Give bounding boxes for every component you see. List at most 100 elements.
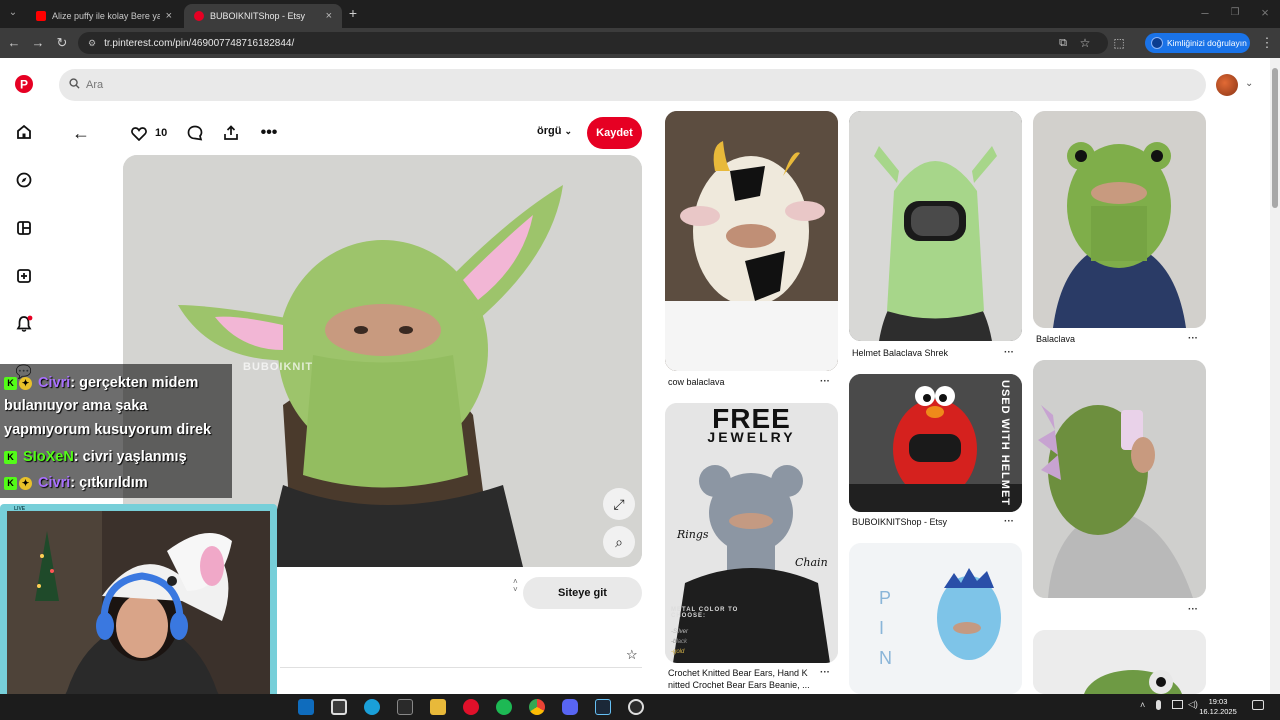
obs-icon[interactable] [628, 699, 644, 715]
bookmark-star-icon[interactable]: ☆ [1076, 34, 1094, 52]
pin-caption[interactable]: Balaclava [1036, 334, 1075, 344]
favorite-star-icon[interactable]: ☆ [626, 647, 638, 663]
identity-label: Kimliğinizi doğrulayın [1167, 38, 1247, 48]
comment-icon[interactable] [185, 123, 205, 143]
chat-message: bulanıuyor ama şaka [4, 398, 148, 414]
webcam-frame [7, 511, 270, 711]
discord-icon[interactable] [562, 699, 578, 715]
visual-search-icon[interactable]: ⌕ [603, 526, 635, 558]
identity-button[interactable]: Kimliğinizi doğrulayın [1145, 33, 1250, 53]
extensions-icon[interactable]: ⬚ [1110, 34, 1128, 52]
close-icon[interactable]: × [326, 10, 332, 22]
spotify-icon[interactable] [496, 699, 512, 715]
tab-etsy[interactable]: BUBOIKNITShop - Etsy × [184, 4, 342, 28]
chrome-icon[interactable] [529, 699, 545, 715]
pin-caption-line2[interactable]: nitted Crochet Bear Ears Beanie, ... [668, 680, 810, 690]
install-app-icon[interactable]: ⧉ [1054, 34, 1072, 52]
explore-compass-icon[interactable] [14, 170, 34, 190]
chat-username: Civri [38, 475, 71, 491]
address-bar: ← → ↻ ⚙ tr.pinterest.com/pin/46900774871… [0, 28, 1280, 58]
edge-icon[interactable] [364, 699, 380, 715]
pin-watermark: BUBOIKNIT [243, 361, 314, 373]
grid-pin-dino-green[interactable] [1033, 360, 1206, 598]
visit-site-button[interactable]: Siteye git [523, 577, 642, 609]
scrollbar-thumb[interactable] [1272, 68, 1278, 208]
create-icon[interactable] [14, 266, 34, 286]
overlay-option-black: -black [671, 639, 688, 645]
microphone-icon[interactable] [1156, 700, 1161, 710]
url-field[interactable]: ⚙ tr.pinterest.com/pin/46900774871618284… [78, 32, 1108, 54]
more-options-icon[interactable]: ··· [1188, 333, 1198, 344]
stream-chat-overlay: K ✦ Civri: gerçekten midem bulanıuyor ama… [0, 364, 232, 498]
url-text: tr.pinterest.com/pin/469007748716182844/ [104, 37, 295, 49]
browser-menu-icon[interactable]: ⋮ [1258, 34, 1276, 52]
kick-badge-icon: K [4, 376, 17, 390]
file-explorer-icon[interactable] [430, 699, 446, 715]
notifications-bell-icon[interactable] [14, 314, 34, 334]
grid-pin-dino-blue[interactable]: PIN [849, 543, 1022, 694]
search-input[interactable]: Ara [59, 69, 1206, 101]
webcam-overlay: LIVE [0, 504, 277, 718]
share-icon[interactable] [221, 123, 241, 143]
chat-line: yapmıyorum kusuyorum direk [4, 419, 211, 442]
volume-icon[interactable]: ◁) [1188, 699, 1198, 710]
like-heart-icon[interactable] [129, 123, 149, 143]
tab-youtube[interactable]: Alize puffy ile kolay Bere yapımı × [26, 4, 182, 28]
grid-pin-frog-partial[interactable] [1033, 630, 1206, 694]
account-chevron-icon[interactable]: ⌄ [1245, 78, 1253, 89]
more-options-icon[interactable]: ··· [1004, 347, 1014, 358]
outlook-icon[interactable] [298, 699, 314, 715]
save-button[interactable]: Kaydet [587, 117, 642, 149]
overlay-rings: Rings [677, 528, 709, 541]
maximize-icon[interactable]: ❐ [1226, 4, 1244, 22]
grid-pin-helmet-shrek[interactable] [849, 111, 1022, 341]
user-avatar[interactable] [1216, 74, 1238, 96]
reload-icon[interactable]: ↻ [53, 34, 71, 52]
chat-message: : civri yaşlanmış [73, 449, 187, 465]
boards-icon[interactable] [14, 218, 34, 238]
apps-grid-icon[interactable] [331, 699, 347, 715]
taskbar-clock[interactable]: 19:03 16.12.2025 [1198, 697, 1238, 717]
chat-line: K ✦ Civri: çıtkırıldım [4, 472, 148, 495]
grid-pin-frog-balaclava[interactable] [1033, 111, 1206, 328]
tray-chevron-icon[interactable]: ˄ [1140, 700, 1145, 710]
opera-icon[interactable] [463, 699, 479, 715]
back-arrow-icon[interactable]: ← [70, 122, 92, 144]
site-info-icon[interactable]: ⚙ [88, 38, 96, 49]
new-tab-icon[interactable]: + [344, 4, 362, 22]
tab-search-chevron-icon[interactable]: ⌄ [4, 4, 22, 22]
pin-caption[interactable]: Crochet Knitted Bear Ears, Hand K [668, 668, 808, 678]
more-options-icon[interactable]: ··· [820, 667, 830, 678]
more-options-icon[interactable]: ··· [1188, 604, 1198, 615]
grid-pin-cow-balaclava[interactable] [665, 111, 838, 371]
overlay-jewelry: JEWELRY [707, 429, 796, 445]
board-selector[interactable]: örgü ⌄ [537, 125, 572, 137]
forward-icon[interactable]: → [29, 34, 47, 52]
steam-icon[interactable] [595, 699, 611, 715]
window-close-icon[interactable]: × [1256, 4, 1274, 22]
chat-line: K SIoXeN: civri yaşlanmış [4, 446, 187, 469]
more-options-icon[interactable]: ··· [1004, 516, 1014, 527]
clock-date: 16.12.2025 [1199, 707, 1237, 716]
pin-caption[interactable]: Helmet Balaclava Shrek [852, 348, 948, 358]
chat-message: : gerçekten midem [70, 375, 199, 391]
more-options-icon[interactable]: ··· [820, 376, 830, 387]
pin-caption[interactable]: BUBOIKNITShop - Etsy [852, 517, 947, 527]
chat-line: bulanıuyor ama şaka [4, 395, 147, 418]
back-icon[interactable]: ← [5, 34, 23, 52]
minimize-icon[interactable]: – [1196, 4, 1214, 22]
search-placeholder: Ara [86, 79, 104, 91]
grid-pin-bear-ears[interactable]: FREE JEWELRY Rings Chain METAL COLOR TO … [665, 403, 838, 663]
network-icon[interactable] [1172, 700, 1183, 709]
epic-games-icon[interactable] [397, 699, 413, 715]
grid-pin-elmo-helmet[interactable]: USED WITH HELMET [849, 374, 1022, 512]
kick-badge-icon: K [4, 476, 17, 490]
pinterest-logo-icon[interactable]: P [14, 74, 34, 94]
home-icon[interactable] [14, 122, 34, 142]
expand-icon[interactable]: ⤢ [603, 488, 635, 520]
close-icon[interactable]: × [166, 10, 172, 22]
notification-center-icon[interactable] [1252, 700, 1264, 710]
more-options-icon[interactable]: ••• [258, 123, 280, 143]
like-count: 10 [155, 127, 168, 139]
pin-caption[interactable]: cow balaclava [668, 377, 725, 387]
